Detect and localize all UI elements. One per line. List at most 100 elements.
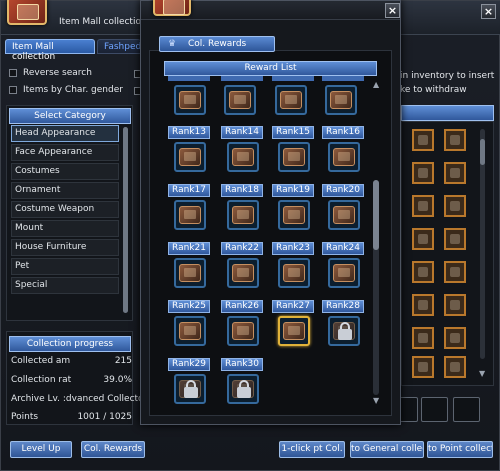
reward-slot-rank13[interactable] [174,142,206,172]
reward-slot-rank16[interactable] [328,142,360,172]
category-scroll-thumb[interactable] [123,127,128,313]
collected-amount-value: 215 [114,356,132,366]
rewards-header-label: Col. Rewards [188,39,247,49]
tab-fashpedia[interactable]: Fashpedia [97,39,141,54]
category-item-ornament[interactable]: Ornament [11,182,119,199]
item-slot[interactable] [444,228,466,250]
reward-slot[interactable] [325,85,357,115]
lock-icon [237,380,251,399]
item-slot[interactable] [444,162,466,184]
col-rewards-button[interactable]: Col. Rewards [81,441,145,458]
reward-slot-rank21[interactable] [174,258,206,288]
reward-slot[interactable] [224,85,256,115]
category-scrollbar[interactable] [123,127,128,313]
reward-slot-rank24[interactable] [328,258,360,288]
reward-chest-icon [229,91,251,109]
reward-slot-rank26[interactable] [227,316,259,346]
reward-list-scrollbar[interactable] [373,180,379,395]
reward-slot-rank22[interactable] [227,258,259,288]
item-slot[interactable] [444,129,466,151]
reward-scroll-down-arrow-icon[interactable]: ▼ [373,396,379,405]
archive-level-label: Archive Lv. :dvanced Collector [11,394,148,404]
insert-slot[interactable] [453,397,480,422]
category-item-costumes[interactable]: Costumes [11,163,119,180]
reward-chest-icon [283,148,305,166]
reward-slot[interactable] [275,85,307,115]
reward-slot[interactable] [174,85,206,115]
rank-label-rank14: Rank14 [221,126,263,139]
rank-label-rank16: Rank16 [322,126,364,139]
reward-scroll-thumb[interactable] [373,180,379,250]
category-item-costume-weapon[interactable]: Costume Weapon [11,201,119,218]
category-header: Select Category [9,108,131,124]
reward-slot-rank18[interactable] [227,200,259,230]
reward-chest-icon [179,148,201,166]
category-item-face-appearance[interactable]: Face Appearance [11,144,119,161]
reverse-search-label: Reverse search [23,68,92,78]
withdraw-hint-text: ke to withdraw [400,85,467,95]
category-item-pet[interactable]: Pet [11,258,119,275]
rewards-close-button[interactable]: × [385,3,400,18]
item-slot[interactable] [444,356,466,378]
rank-label-rank25: Rank25 [168,300,210,313]
item-slot[interactable] [444,327,466,349]
rank-label-rank23: Rank23 [272,242,314,255]
item-slot[interactable] [412,162,434,184]
reward-chest-icon [232,148,254,166]
rank-label-rank27: Rank27 [272,300,314,313]
rank-label-rank18: Rank18 [221,184,263,197]
gender-filter-option[interactable]: Items by Char. gender [9,85,123,95]
reward-slot-rank17[interactable] [174,200,206,230]
reward-slot-rank19[interactable] [278,200,310,230]
reward-slot-rank30[interactable] [227,374,259,404]
item-grid-scroll-thumb[interactable] [480,139,485,165]
reward-chest-icon [232,322,254,340]
reward-slot-rank25[interactable] [174,316,206,346]
to-point-collection-button[interactable]: to Point collect [427,441,493,458]
reward-chest-icon [283,264,305,282]
item-grid-scrollbar[interactable] [480,129,485,359]
to-general-collection-button[interactable]: to General collec [350,441,424,458]
category-item-special[interactable]: Special [11,277,119,294]
reward-slot-rank27[interactable] [278,316,310,346]
reward-chest-icon [333,148,355,166]
scroll-up-arrow-icon[interactable]: ▲ [373,80,379,89]
item-slot[interactable] [412,327,434,349]
rank-label-rank30: Rank30 [221,358,263,371]
progress-stats: Collected am 215 Collection rat 39.0% Ar… [1,356,147,426]
category-item-mount[interactable]: Mount [11,220,119,237]
rank-label-rank15: Rank15 [272,126,314,139]
rank-label-rank29: Rank29 [168,358,210,371]
reverse-search-option[interactable]: Reverse search [9,68,92,78]
item-slot[interactable] [412,195,434,217]
item-slot[interactable] [412,129,434,151]
item-slot[interactable] [444,261,466,283]
category-item-house-furniture[interactable]: House Furniture [11,239,119,256]
reward-chest-icon [179,264,201,282]
reward-chest-icon [283,322,305,340]
item-slot[interactable] [412,228,434,250]
rank-label-rank20: Rank20 [322,184,364,197]
insert-slot[interactable] [421,397,448,422]
reward-slot-rank23[interactable] [278,258,310,288]
close-button[interactable]: × [481,4,496,19]
reward-slot-rank15[interactable] [278,142,310,172]
collection-book-icon [7,0,47,25]
scroll-down-arrow-icon[interactable]: ▼ [479,369,485,378]
gender-filter-checkbox[interactable] [9,86,17,94]
one-click-col-button[interactable]: 1-click pt Col. [279,441,345,458]
level-up-button[interactable]: Level Up [10,441,72,458]
reward-slot-rank14[interactable] [227,142,259,172]
rewards-book-icon [153,0,191,16]
reward-slot-rank20[interactable] [328,200,360,230]
tab-item-mall-collection[interactable]: Item Mall collection [5,39,95,62]
item-slot[interactable] [444,195,466,217]
item-slot[interactable] [444,294,466,316]
item-slot[interactable] [412,294,434,316]
reverse-search-checkbox[interactable] [9,69,17,77]
item-slot[interactable] [412,356,434,378]
category-item-head-appearance[interactable]: Head Appearance [11,125,119,142]
reward-slot-rank28[interactable] [328,316,360,346]
reward-slot-rank29[interactable] [174,374,206,404]
item-slot[interactable] [412,261,434,283]
